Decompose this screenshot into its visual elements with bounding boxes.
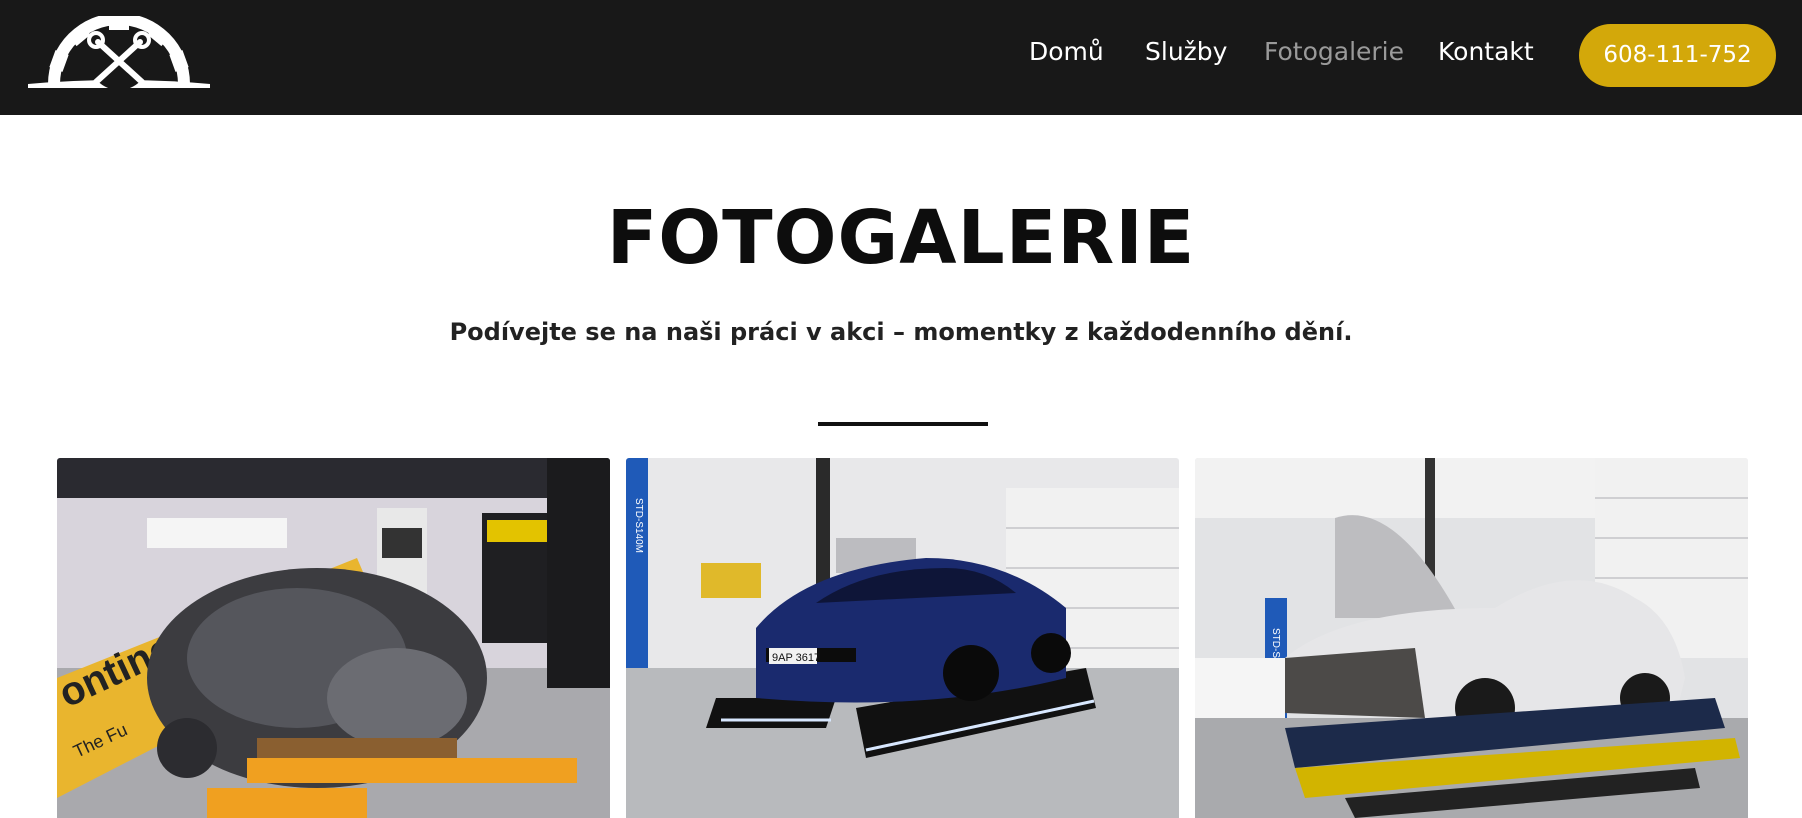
nav-link-domu[interactable]: Domů	[1029, 37, 1104, 66]
engine-on-lift-photo: ontinental The Fu	[57, 458, 610, 818]
nav-link-sluzby[interactable]: Služby	[1145, 37, 1227, 66]
main-nav: Domů Služby Fotogalerie Kontakt	[0, 0, 1802, 115]
license-plate: 9AP 3617	[772, 652, 820, 664]
page-subtitle: Podívejte se na naši práci v akci – mome…	[449, 318, 1353, 346]
white-car-on-lift-photo: STD-S140M	[1195, 458, 1748, 818]
blue-car-on-platform-photo: STD-S140M 9AP 3617	[626, 458, 1179, 818]
nav-link-kontakt[interactable]: Kontakt	[1438, 37, 1534, 66]
gallery-photo-engine[interactable]: ontinental The Fu	[57, 458, 610, 818]
page-title: FOTOGALERIE	[606, 195, 1196, 281]
column-label: STD-S140M	[633, 498, 644, 553]
nav-link-fotogalerie[interactable]: Fotogalerie	[1264, 37, 1404, 66]
site-header: Domů Služby Fotogalerie Kontakt 608-111-…	[0, 0, 1802, 115]
title-divider	[818, 422, 988, 426]
gallery-photo-white-car[interactable]: STD-S140M	[1195, 458, 1748, 818]
phone-button[interactable]: 608-111-752	[1579, 24, 1776, 87]
gallery-photo-blue-car[interactable]: STD-S140M 9AP 3617	[626, 458, 1179, 818]
